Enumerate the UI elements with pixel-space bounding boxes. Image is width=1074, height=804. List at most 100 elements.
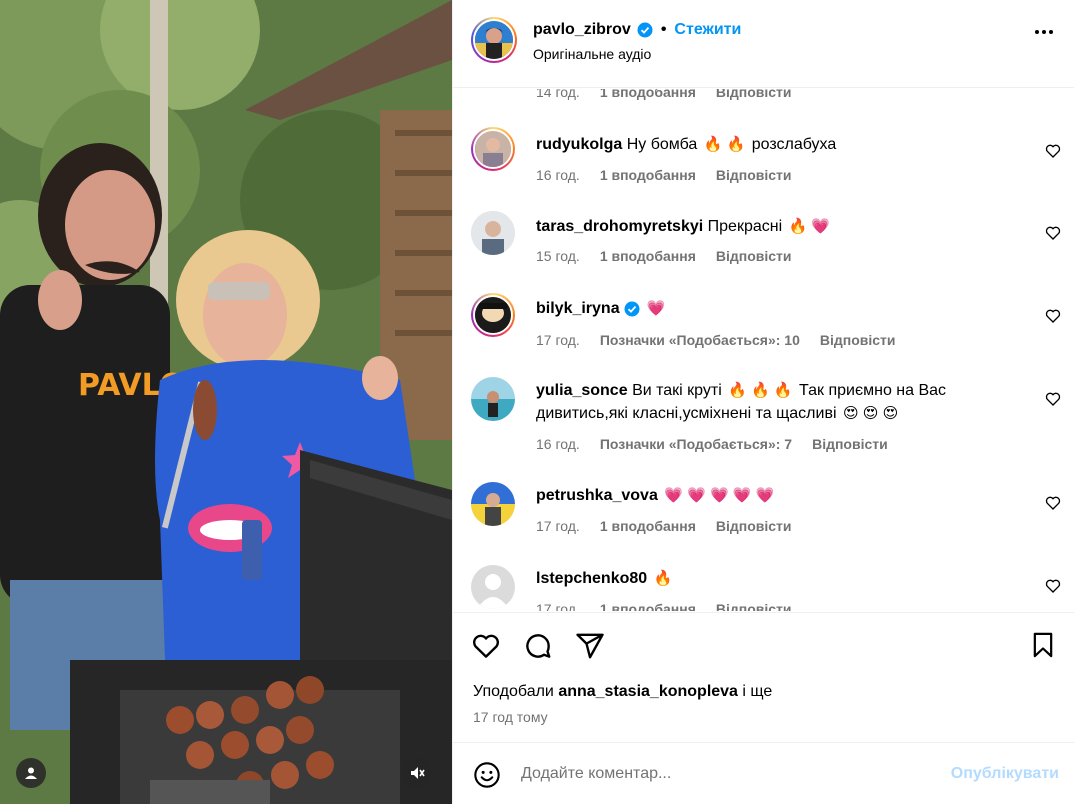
comment-username[interactable]: bilyk_iryna [536,300,620,317]
liked-by-more[interactable]: і ще [742,683,772,700]
comment-likes[interactable]: Позначки «Подобається»: 7 [600,436,792,452]
post-actions: Уподобали anna_stasia_konopleva і ще 17 … [453,612,1074,742]
verified-icon [624,301,640,317]
comment-username[interactable]: lstepchenko80 [536,570,647,587]
comment-body: Ну бомба [626,136,698,153]
comment-username[interactable]: taras_drohomyretskyi [536,218,703,235]
comment-text: lstepchenko80 🔥 [536,567,1006,590]
mute-button[interactable] [402,758,432,788]
video-frame: PAVLO [0,0,452,804]
comment-meta: 16 год. Позначки «Подобається»: 7 Відпов… [536,436,888,452]
heart-icon[interactable] [1045,578,1061,594]
comment-text: taras_drohomyretskyi Прекрасні 🔥 💗 [536,215,1006,238]
post-panel: pavlo_zibrov • Стежити Оригінальне аудіо… [452,0,1074,804]
comment-avatar[interactable] [471,565,515,609]
comment-meta: 15 год. 1 вподобання Відповісти [536,248,792,264]
comment-body: Прекрасні [707,218,783,235]
comment-time[interactable]: 14 год. [536,89,580,100]
comment-time[interactable]: 16 год. [536,436,580,452]
comment-reply-button[interactable]: Відповісти [716,248,792,264]
comment-likes[interactable]: Позначки «Подобається»: 10 [600,332,800,348]
heart-icon[interactable] [1045,143,1061,159]
author-line: pavlo_zibrov • Стежити [533,21,741,39]
comment-reply-button[interactable]: Відповісти [820,332,896,348]
comment-input[interactable] [521,759,921,789]
comment-icon[interactable] [523,631,553,661]
comment-composer: Опублікувати [453,742,1074,804]
comment-reply-button[interactable]: Відповісти [716,89,792,100]
comment-avatar[interactable] [471,211,515,255]
comment-emoji: 🔥 [653,570,673,587]
comment-meta: 17 год. Позначки «Подобається»: 10 Відпо… [536,332,896,348]
comment-emoji: 💗 [646,300,666,317]
avatar-image [471,211,515,255]
comment-time[interactable]: 17 год. [536,601,580,611]
heart-icon[interactable] [1045,495,1061,511]
comment-emoji: 🔥 🔥 [703,136,746,153]
comment-avatar[interactable] [471,482,515,526]
default-avatar-icon [471,565,515,609]
author-username[interactable]: pavlo_zibrov [533,21,631,39]
comments-list[interactable]: 14 год. 1 вподобання Відповісти rudyukol… [453,89,1074,611]
audio-link[interactable]: Оригінальне аудіо [533,46,651,62]
comment-likes[interactable]: 1 вподобання [600,89,696,100]
comment-likes[interactable]: 1 вподобання [600,518,696,534]
emoji-icon[interactable] [473,761,501,789]
publish-button[interactable]: Опублікувати [951,765,1059,783]
comment-avatar[interactable] [471,293,515,337]
comment-text: rudyukolga Ну бомба 🔥 🔥 розслабуха [536,133,1006,156]
comment-likes[interactable]: 1 вподобання [600,601,696,611]
tagged-users-button[interactable] [16,758,46,788]
comment-emoji: 💗 💗 💗 💗 💗 [664,487,775,504]
post-time[interactable]: 17 год тому [473,709,548,725]
comment-username[interactable]: yulia_sonce [536,382,628,399]
liked-by-prefix: Уподобали [473,683,554,700]
action-icons [471,631,605,661]
comment-meta: 14 год. 1 вподобання Відповісти [536,89,792,100]
comment-meta: 16 год. 1 вподобання Відповісти [536,167,792,183]
comment-username[interactable]: petrushka_vova [536,487,658,504]
more-icon[interactable] [1035,30,1053,34]
verified-icon [637,22,653,38]
comment-text: petrushka_vova 💗 💗 💗 💗 💗 [536,484,1006,507]
comment-time[interactable]: 15 год. [536,248,580,264]
author-avatar-image [475,21,513,59]
comment-reply-button[interactable]: Відповісти [716,167,792,183]
comment-body: Ви такі круті [632,382,722,399]
share-icon[interactable] [575,631,605,661]
avatar-image [475,131,511,167]
post-media[interactable]: PAVLO [0,0,452,804]
comment-avatar[interactable] [471,127,515,171]
comment-likes[interactable]: 1 вподобання [600,167,696,183]
heart-icon[interactable] [1045,225,1061,241]
comment-time[interactable]: 17 год. [536,518,580,534]
comment-reply-button[interactable]: Відповісти [716,518,792,534]
mute-icon [411,767,425,779]
comment-likes[interactable]: 1 вподобання [600,248,696,264]
comment-text: bilyk_iryna 💗 [536,297,1006,320]
avatar-image [471,482,515,526]
avatar-image [475,297,511,333]
bookmark-icon[interactable] [1029,631,1057,659]
comment-avatar[interactable] [471,377,515,421]
avatar-image [471,377,515,421]
comment-emoji: 🔥 🔥 🔥 [728,382,793,399]
comment-emoji-2: 😍 😍 😍 [842,405,899,422]
comment-text: yulia_sonce Ви такі круті 🔥 🔥 🔥 Так приє… [536,379,1006,425]
user-icon [25,767,37,779]
comment-emoji: 🔥 💗 [788,218,831,235]
liked-by: Уподобали anna_stasia_konopleva і ще [473,683,772,701]
comment-body-tail: розслабуха [751,136,837,153]
like-heart-icon[interactable] [471,631,501,661]
comment-time[interactable]: 16 год. [536,167,580,183]
comment-username[interactable]: rudyukolga [536,136,622,153]
separator-dot: • [660,21,667,38]
heart-icon[interactable] [1045,308,1061,324]
comment-reply-button[interactable]: Відповісти [716,601,792,611]
heart-icon[interactable] [1045,391,1061,407]
author-avatar[interactable] [471,17,517,63]
comment-reply-button[interactable]: Відповісти [812,436,888,452]
liked-by-user[interactable]: anna_stasia_konopleva [558,683,738,700]
follow-button[interactable]: Стежити [674,21,741,39]
comment-time[interactable]: 17 год. [536,332,580,348]
